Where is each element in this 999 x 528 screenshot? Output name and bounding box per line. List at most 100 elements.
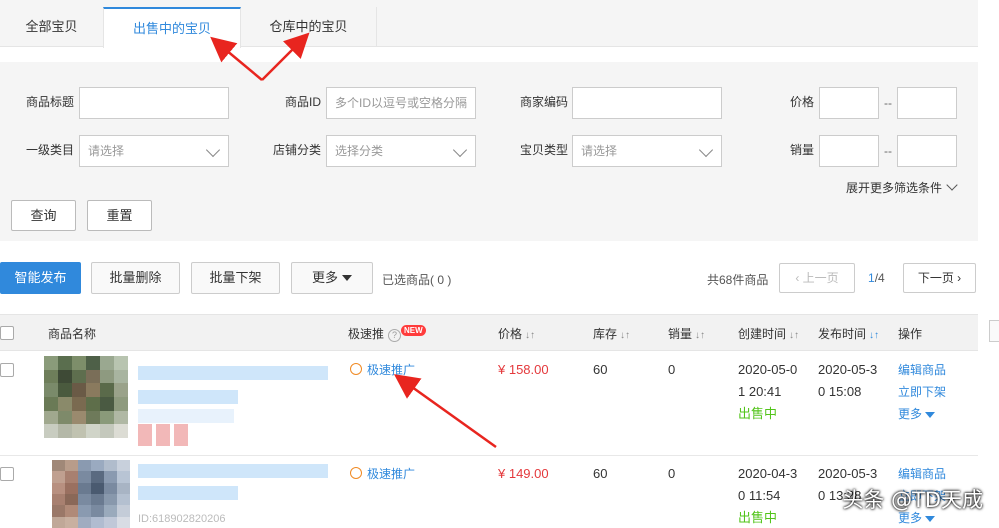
column-promo-label: 极速推 (348, 327, 385, 341)
product-id-label: 商品ID (285, 95, 322, 109)
prev-page-button[interactable]: ‹ 上一页 (779, 263, 855, 293)
chevron-down-icon (205, 142, 221, 158)
query-button[interactable]: 查询 (11, 200, 76, 231)
created-time-line2: 0 11:54 (738, 488, 781, 503)
chevron-down-icon (452, 142, 468, 158)
tab-all-items[interactable]: 全部宝贝 (0, 7, 103, 47)
page-indicator: 1/4 (868, 271, 885, 285)
item-type-select-value: 请选择 (581, 144, 618, 158)
product-id-blurred (138, 409, 234, 423)
chevron-left-icon: ‹ (795, 271, 803, 285)
expand-more-filters[interactable]: 展开更多筛选条件 (846, 179, 958, 196)
price-range-separator: -- (884, 96, 892, 110)
chevron-right-icon: › (953, 271, 962, 285)
status-badge: 出售中 (738, 510, 778, 525)
row-checkbox[interactable] (0, 363, 14, 377)
column-created[interactable]: 创建时间 ↓↑ (738, 325, 799, 342)
side-panel-handle[interactable] (989, 320, 999, 342)
product-thumbnail[interactable] (44, 356, 128, 438)
sales-value: 0 (668, 362, 676, 377)
sales-label: 销量 (790, 143, 815, 157)
caret-down-icon (925, 516, 936, 522)
promo-link[interactable]: 极速推广 (350, 361, 415, 378)
promo-link[interactable]: 极速推广 (350, 465, 415, 482)
rocket-icon (350, 363, 362, 375)
sort-icon: ↓↑ (525, 330, 536, 341)
table-row: 极速推广 ¥ 158.00 60 0 2020-05-0 1 20:41 出售中… (0, 352, 978, 456)
product-title-blurred[interactable] (138, 464, 328, 478)
category-select-value: 请选择 (88, 144, 125, 158)
merchant-code-label: 商家编码 (520, 95, 569, 109)
edit-product-link[interactable]: 编辑商品 (898, 463, 946, 485)
filter-panel: 商品标题 商品ID 多个ID以逗号或空格分隔 商家编码 价格 -- 一级类目 请… (0, 62, 978, 241)
sort-icon: ↓↑ (789, 330, 800, 341)
tab-warehouse-items[interactable]: 仓库中的宝贝 (241, 7, 377, 47)
price-min-input[interactable] (819, 87, 879, 119)
caret-down-icon (342, 275, 352, 281)
row-more-label: 更多 (898, 407, 923, 421)
offshelf-now-link[interactable]: 立即下架 (898, 381, 946, 403)
row-more-link[interactable]: 更多 (898, 403, 946, 425)
published-time-line2: 0 15:08 (818, 384, 862, 399)
help-icon[interactable]: ? (388, 329, 402, 342)
price-max-input[interactable] (897, 87, 957, 119)
watermark: 头条 @TD天成 (842, 488, 983, 512)
column-promo: 极速推? NEW (348, 325, 426, 342)
page-total: /4 (874, 271, 885, 285)
column-price[interactable]: 价格 ↓↑ (498, 325, 535, 342)
product-title-blurred[interactable] (138, 366, 328, 380)
more-actions-label: 更多 (311, 270, 338, 285)
edit-product-link[interactable]: 编辑商品 (898, 359, 946, 381)
column-published-label: 发布时间 (818, 327, 867, 341)
item-type-select[interactable]: 请选择 (572, 135, 722, 167)
shop-category-select-value: 选择分类 (335, 144, 384, 158)
column-name: 商品名称 (48, 327, 97, 341)
promo-label: 极速推广 (367, 363, 416, 377)
status-badge: 出售中 (738, 406, 778, 421)
sort-icon: ↓↑ (869, 330, 880, 341)
batch-delete-button[interactable]: 批量删除 (91, 262, 180, 294)
sales-max-input[interactable] (897, 135, 957, 167)
product-tags-blurred (138, 424, 198, 446)
created-time-line1: 2020-05-0 (738, 362, 798, 377)
smart-publish-button[interactable]: 智能发布 (0, 262, 81, 294)
more-actions-button[interactable]: 更多 (291, 262, 373, 294)
shop-category-select[interactable]: 选择分类 (326, 135, 476, 167)
stock-value: 60 (593, 466, 608, 481)
category-label: 一级类目 (26, 143, 75, 157)
item-type-label: 宝贝类型 (520, 143, 569, 157)
chevron-down-icon (946, 179, 958, 191)
product-thumbnail[interactable] (52, 460, 130, 528)
reset-button[interactable]: 重置 (87, 200, 152, 231)
tab-bar: 全部宝贝 出售中的宝贝 仓库中的宝贝 (0, 0, 978, 48)
product-title-input[interactable] (79, 87, 229, 119)
tab-on-sale-items[interactable]: 出售中的宝贝 (103, 7, 241, 48)
row-checkbox[interactable] (0, 467, 14, 481)
product-id-input[interactable]: 多个ID以逗号或空格分隔 (326, 87, 476, 119)
column-created-label: 创建时间 (738, 327, 787, 341)
price-label: 价格 (790, 95, 815, 109)
published-time: 2020-05-3 0 15:08 (818, 359, 877, 403)
column-stock-label: 库存 (593, 327, 618, 341)
column-published[interactable]: 发布时间 ↓↑ (818, 325, 879, 342)
table-header: 商品名称 极速推? NEW 价格 ↓↑ 库存 ↓↑ 销量 ↓↑ 创建时间 ↓↑ 发布时间 ↓… (0, 314, 978, 351)
next-page-label: 下一页 (917, 271, 954, 285)
column-sales[interactable]: 销量 ↓↑ (668, 325, 705, 342)
sort-icon: ↓↑ (695, 330, 706, 341)
sales-min-input[interactable] (819, 135, 879, 167)
page-current: 1 (868, 271, 875, 285)
caret-down-icon (925, 412, 936, 418)
stock-value: 60 (593, 362, 608, 377)
batch-offshelf-button[interactable]: 批量下架 (191, 262, 280, 294)
merchant-code-input[interactable] (572, 87, 722, 119)
product-title-label: 商品标题 (26, 95, 75, 109)
product-title-blurred (138, 390, 238, 404)
selected-count: 已选商品( 0 ) (382, 273, 452, 287)
column-stock[interactable]: 库存 ↓↑ (593, 325, 630, 342)
created-time-line1: 2020-04-3 (738, 466, 798, 481)
select-all-checkbox[interactable] (0, 326, 14, 340)
prev-page-label: 上一页 (802, 271, 839, 285)
next-page-button[interactable]: 下一页 › (903, 263, 976, 293)
published-time-line1: 2020-05-3 (818, 362, 878, 377)
category-select[interactable]: 请选择 (79, 135, 229, 167)
